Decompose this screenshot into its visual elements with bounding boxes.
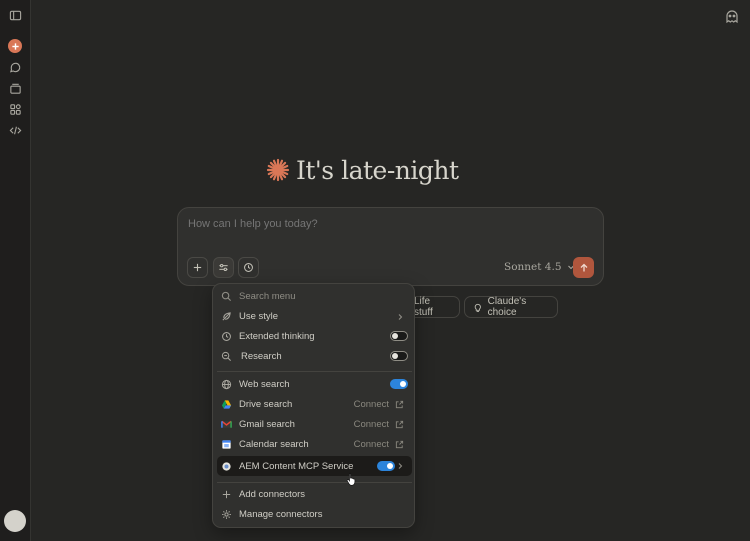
chevron-right-icon: [398, 313, 403, 320]
research-toggle[interactable]: [390, 351, 408, 361]
menu-item-drive-search[interactable]: Drive search Connect: [217, 395, 412, 414]
sliders-icon: [219, 263, 228, 272]
history-button[interactable]: [238, 257, 259, 278]
external-link-icon: [395, 400, 404, 409]
menu-item-research[interactable]: Research: [217, 347, 412, 366]
chip-claudes-choice[interactable]: Claude's choice: [464, 296, 558, 318]
new-chat-button[interactable]: [8, 39, 22, 53]
menu-item-aem-content-mcp[interactable]: AEM Content MCP Service: [217, 456, 412, 476]
greeting-text: It's late-night: [296, 155, 459, 185]
web-search-toggle[interactable]: [390, 379, 408, 389]
tools-button[interactable]: [213, 257, 234, 278]
chip-label: Claude's choice: [487, 296, 527, 318]
arrow-up-icon: [580, 263, 587, 271]
calendar-connect-link[interactable]: Connect: [354, 439, 404, 450]
extended-thinking-toggle[interactable]: [390, 331, 408, 341]
menu-item-manage-connectors[interactable]: Manage connectors: [217, 505, 412, 524]
add-button[interactable]: [187, 257, 208, 278]
drive-connect-link[interactable]: Connect: [354, 399, 404, 410]
research-search-icon: [221, 351, 232, 362]
artifacts-icon[interactable]: [8, 102, 23, 117]
google-drive-icon: [221, 399, 232, 410]
menu-item-web-search[interactable]: Web search: [217, 375, 412, 394]
gmail-icon: [221, 419, 232, 430]
incognito-ghost-icon[interactable]: [724, 9, 740, 25]
menu-item-extended-thinking[interactable]: Extended thinking: [217, 327, 412, 346]
gmail-connect-link[interactable]: Connect: [354, 419, 404, 430]
avatar[interactable]: [4, 510, 26, 532]
plus-icon: [193, 263, 202, 272]
send-button[interactable]: [573, 257, 594, 278]
claude-spark-icon: [266, 158, 290, 182]
aem-toggle[interactable]: [377, 461, 395, 471]
feather-pen-icon: [221, 311, 232, 322]
menu-search-placeholder: Search menu: [239, 291, 296, 302]
greeting: It's late-night: [266, 150, 459, 190]
message-input[interactable]: [188, 218, 588, 230]
menu-item-use-style[interactable]: Use style: [217, 307, 412, 326]
google-calendar-icon: [221, 439, 232, 450]
external-link-icon: [395, 420, 404, 429]
projects-icon[interactable]: [8, 81, 23, 96]
model-name: Sonnet 4.5: [504, 261, 562, 273]
clock-icon: [221, 331, 232, 342]
chats-icon[interactable]: [8, 60, 23, 75]
chevron-right-icon[interactable]: [396, 462, 404, 470]
lightbulb-icon: [474, 303, 481, 312]
menu-item-add-connectors[interactable]: Add connectors: [217, 485, 412, 504]
tools-menu: Search menu Use style Extended thinking …: [212, 283, 415, 528]
menu-item-calendar-search[interactable]: Calendar search Connect: [217, 435, 412, 454]
menu-divider: [217, 371, 412, 372]
model-selector[interactable]: Sonnet 4.5: [504, 261, 575, 273]
menu-item-gmail-search[interactable]: Gmail search Connect: [217, 415, 412, 434]
composer: Sonnet 4.5: [177, 207, 604, 286]
plus-icon: [221, 489, 232, 500]
mouse-pointer-hand-icon: [346, 472, 356, 486]
chip-label: Life stuff: [414, 296, 433, 318]
globe-icon: [221, 379, 232, 390]
external-link-icon: [395, 440, 404, 449]
clock-icon: [244, 263, 253, 272]
search-icon: [221, 291, 232, 302]
menu-search[interactable]: Search menu: [217, 287, 412, 306]
code-icon[interactable]: [8, 123, 23, 138]
sidebar: [0, 0, 31, 541]
menu-divider: [217, 482, 412, 483]
sidebar-toggle-icon[interactable]: [8, 8, 23, 23]
gear-icon: [221, 509, 232, 520]
aem-service-icon: [221, 461, 232, 472]
